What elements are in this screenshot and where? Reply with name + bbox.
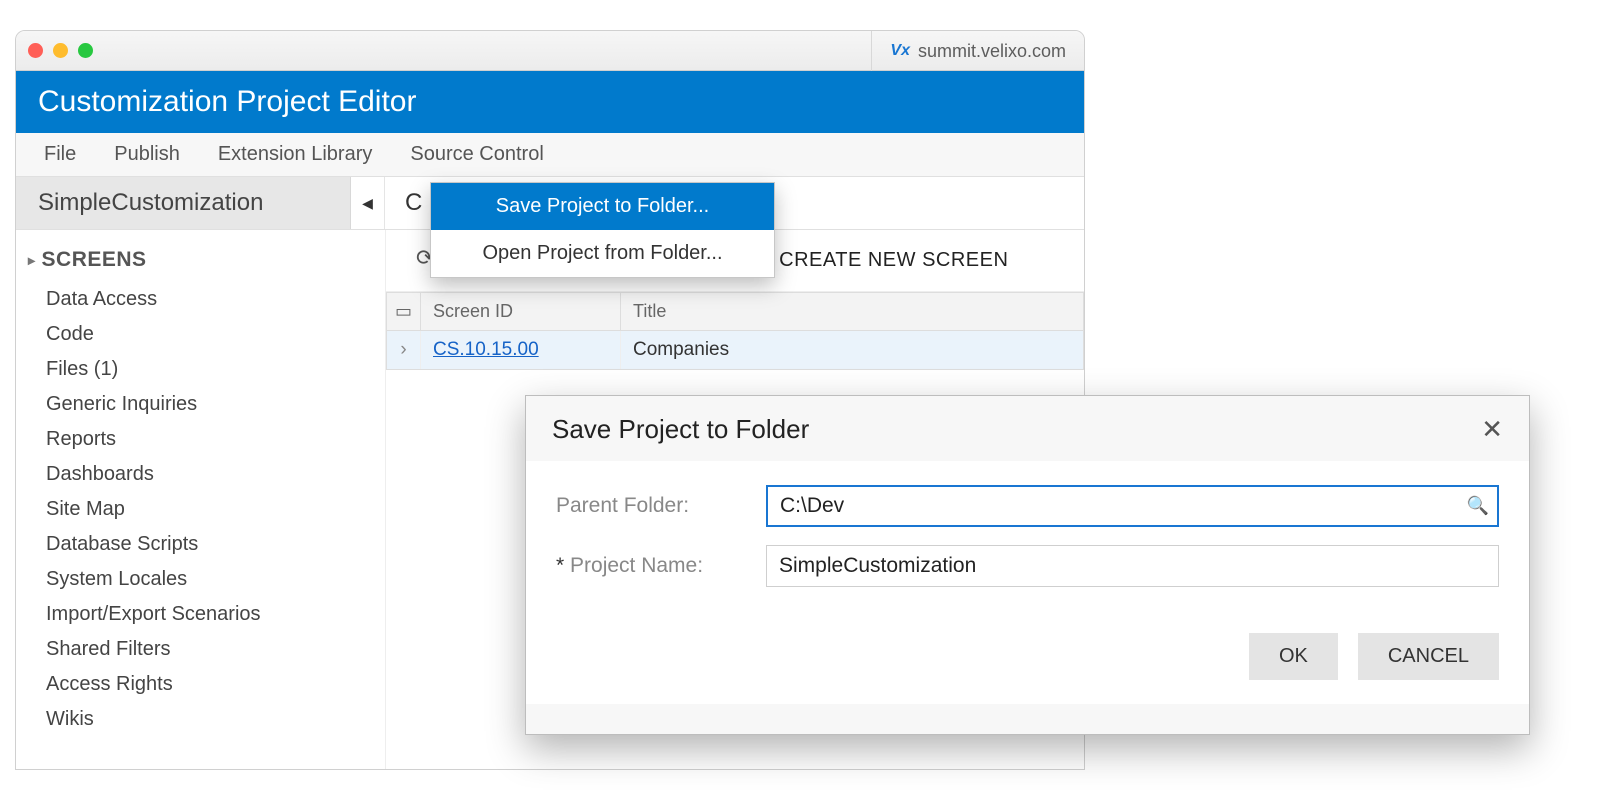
label-parent-folder: Parent Folder: bbox=[556, 494, 766, 518]
sidebar-item-system-locales[interactable]: System Locales bbox=[46, 562, 375, 597]
parent-folder-input[interactable] bbox=[766, 485, 1499, 527]
close-window-icon[interactable] bbox=[28, 43, 43, 58]
dialog-title: Save Project to Folder bbox=[552, 414, 809, 445]
create-new-screen-button[interactable]: CREATE NEW SCREEN bbox=[779, 249, 1008, 272]
ok-button[interactable]: OK bbox=[1249, 633, 1338, 680]
menu-publish[interactable]: Publish bbox=[114, 143, 180, 166]
zoom-window-icon[interactable] bbox=[78, 43, 93, 58]
menubar: File Publish Extension Library Source Co… bbox=[16, 133, 1084, 177]
sidebar-item-shared-filters[interactable]: Shared Filters bbox=[46, 632, 375, 667]
close-icon[interactable]: ✕ bbox=[1481, 414, 1503, 445]
table-row[interactable]: › CS.10.15.00 Companies bbox=[387, 331, 1083, 369]
brand-icon: Vx bbox=[890, 42, 910, 60]
label-project-name: Project Name: bbox=[556, 554, 766, 578]
screen-id-link[interactable]: CS.10.15.00 bbox=[433, 339, 539, 360]
col-title[interactable]: Title bbox=[621, 293, 1083, 330]
row-indicator-icon: › bbox=[387, 331, 421, 369]
sidebar-heading-screens[interactable]: SCREENS bbox=[46, 248, 375, 272]
col-screen-id[interactable]: Screen ID bbox=[421, 293, 621, 330]
project-name-input[interactable] bbox=[766, 545, 1499, 587]
browser-tab[interactable]: Vx summit.velixo.com bbox=[871, 31, 1084, 71]
sidebar-item-code[interactable]: Code bbox=[46, 317, 375, 352]
menu-source-control[interactable]: Source Control bbox=[410, 143, 543, 166]
titlebar: Vx summit.velixo.com bbox=[16, 31, 1084, 71]
sidebar-item-database-scripts[interactable]: Database Scripts bbox=[46, 527, 375, 562]
sidebar-item-files[interactable]: Files (1) bbox=[46, 352, 375, 387]
sidebar-item-generic-inquiries[interactable]: Generic Inquiries bbox=[46, 387, 375, 422]
menu-open-project-from-folder[interactable]: Open Project from Folder... bbox=[431, 230, 774, 277]
window-controls bbox=[28, 43, 93, 58]
search-icon[interactable]: 🔍 bbox=[1467, 496, 1489, 517]
minimize-window-icon[interactable] bbox=[53, 43, 68, 58]
screen-title-cell: Companies bbox=[621, 331, 1083, 369]
sidebar-item-reports[interactable]: Reports bbox=[46, 422, 375, 457]
sidebar-item-import-export[interactable]: Import/Export Scenarios bbox=[46, 597, 375, 632]
menu-file[interactable]: File bbox=[44, 143, 76, 166]
grid-header: ▭ Screen ID Title bbox=[387, 293, 1083, 331]
sidebar-item-access-rights[interactable]: Access Rights bbox=[46, 667, 375, 702]
menu-save-project-to-folder[interactable]: Save Project to Folder... bbox=[431, 183, 774, 230]
page-title: Customization Project Editor bbox=[16, 71, 1084, 133]
column-selector-icon[interactable]: ▭ bbox=[387, 293, 421, 330]
collapse-sidebar-icon[interactable]: ◀ bbox=[351, 177, 385, 229]
source-control-menu: Save Project to Folder... Open Project f… bbox=[430, 182, 775, 278]
cancel-button[interactable]: CANCEL bbox=[1358, 633, 1499, 680]
project-tab[interactable]: SimpleCustomization bbox=[16, 177, 351, 229]
menu-extension-library[interactable]: Extension Library bbox=[218, 143, 373, 166]
save-project-dialog: Save Project to Folder ✕ Parent Folder: … bbox=[525, 395, 1530, 735]
sidebar-item-dashboards[interactable]: Dashboards bbox=[46, 457, 375, 492]
browser-host: summit.velixo.com bbox=[918, 41, 1066, 62]
sidebar-item-site-map[interactable]: Site Map bbox=[46, 492, 375, 527]
sidebar-item-data-access[interactable]: Data Access bbox=[46, 282, 375, 317]
screens-grid: ▭ Screen ID Title › CS.10.15.00 Companie… bbox=[386, 292, 1084, 370]
sidebar: SCREENS Data Access Code Files (1) Gener… bbox=[16, 230, 386, 770]
sidebar-item-wikis[interactable]: Wikis bbox=[46, 702, 375, 737]
